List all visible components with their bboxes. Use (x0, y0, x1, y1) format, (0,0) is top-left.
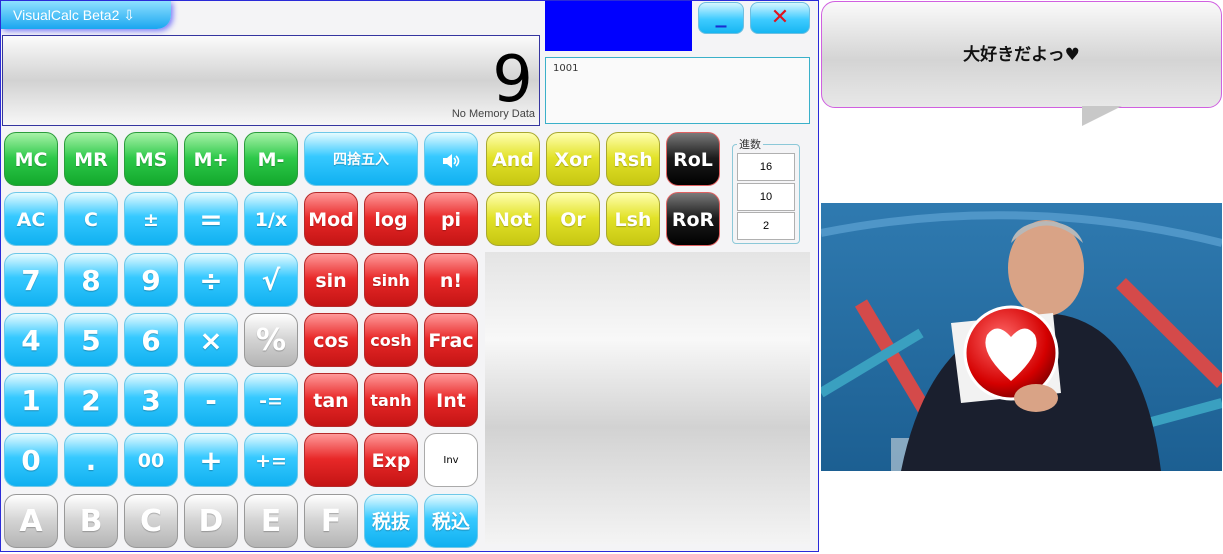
base-label: 進数 (737, 136, 763, 152)
close-icon: ✕ (770, 5, 790, 30)
digit-1-button[interactable]: 1 (4, 373, 58, 427)
blank-red-button[interactable] (304, 433, 358, 487)
double-zero-button[interactable]: 00 (124, 433, 178, 487)
reciprocal-button[interactable]: 1/x (244, 192, 298, 246)
pi-button[interactable]: pi (424, 192, 478, 246)
photo (821, 203, 1222, 471)
tan-button[interactable]: tan (304, 373, 358, 427)
digit-5-button[interactable]: 5 (64, 313, 118, 367)
percent-button[interactable]: % (244, 313, 298, 367)
sound-button[interactable] (424, 132, 478, 186)
frac-button[interactable]: Frac (424, 313, 478, 367)
exp-button[interactable]: Exp (364, 433, 418, 487)
history-box: 1001 (545, 57, 810, 124)
m-plus-button[interactable]: M+ (184, 132, 238, 186)
base-16-button[interactable]: 16 (737, 153, 795, 181)
equals-button[interactable]: = (184, 192, 238, 246)
digit-6-button[interactable]: 6 (124, 313, 178, 367)
cos-button[interactable]: cos (304, 313, 358, 367)
tax-include-button[interactable]: 税込 (424, 494, 478, 548)
digit-2-button[interactable]: 2 (64, 373, 118, 427)
ms-button[interactable]: MS (124, 132, 178, 186)
hex-a-button[interactable]: A (4, 494, 58, 548)
speech-bubble: 大好きだよっ♥ (821, 1, 1222, 108)
log-button[interactable]: log (364, 192, 418, 246)
photo-illustration (821, 203, 1222, 471)
plus-button[interactable]: + (184, 433, 238, 487)
sqrt-button[interactable]: √ (244, 253, 298, 307)
graph-panel (485, 252, 810, 544)
inv-button[interactable]: Inv (424, 433, 478, 487)
hex-f-button[interactable]: F (304, 494, 358, 548)
digit-8-button[interactable]: 8 (64, 253, 118, 307)
tax-exclude-button[interactable]: 税抜 (364, 494, 418, 548)
cosh-button[interactable]: cosh (364, 313, 418, 367)
decimal-point-button[interactable]: . (64, 433, 118, 487)
plus-minus-button[interactable]: ± (124, 192, 178, 246)
speaker-icon (443, 153, 460, 168)
and-button[interactable]: And (486, 132, 540, 186)
main-display: 9 No Memory Data (2, 35, 540, 126)
mod-button[interactable]: Mod (304, 192, 358, 246)
divide-button[interactable]: ÷ (184, 253, 238, 307)
sinh-button[interactable]: sinh (364, 253, 418, 307)
int-button[interactable]: Int (424, 373, 478, 427)
minus-button[interactable]: - (184, 373, 238, 427)
hex-d-button[interactable]: D (184, 494, 238, 548)
digit-7-button[interactable]: 7 (4, 253, 58, 307)
minimize-button[interactable]: _ (698, 2, 744, 34)
rsh-button[interactable]: Rsh (606, 132, 660, 186)
color-indicator (545, 1, 692, 51)
xor-button[interactable]: Xor (546, 132, 600, 186)
not-button[interactable]: Not (486, 192, 540, 246)
ac-button[interactable]: AC (4, 192, 58, 246)
title-tab[interactable]: VisualCalc Beta2 ⇩ (1, 1, 171, 29)
multiply-button[interactable]: × (184, 313, 238, 367)
clear-button[interactable]: C (64, 192, 118, 246)
plus-equals-button[interactable]: += (244, 433, 298, 487)
ror-button[interactable]: RoR (666, 192, 720, 246)
m-minus-button[interactable]: M- (244, 132, 298, 186)
download-arrow-icon: ⇩ (123, 7, 135, 23)
speech-bubble-tail (1082, 106, 1122, 126)
minus-equals-button[interactable]: -= (244, 373, 298, 427)
display-value: 9 (492, 43, 533, 117)
lsh-button[interactable]: Lsh (606, 192, 660, 246)
digit-0-button[interactable]: 0 (4, 433, 58, 487)
hex-e-button[interactable]: E (244, 494, 298, 548)
sin-button[interactable]: sin (304, 253, 358, 307)
memory-status: No Memory Data (451, 108, 535, 120)
base-10-button[interactable]: 10 (737, 183, 795, 211)
app-title: VisualCalc Beta2 (13, 7, 120, 23)
digit-9-button[interactable]: 9 (124, 253, 178, 307)
base-2-button[interactable]: 2 (737, 212, 795, 240)
rol-button[interactable]: RoL (666, 132, 720, 186)
hex-b-button[interactable]: B (64, 494, 118, 548)
mc-button[interactable]: MC (4, 132, 58, 186)
mr-button[interactable]: MR (64, 132, 118, 186)
speech-text: 大好きだよっ♥ (963, 45, 1080, 65)
hex-c-button[interactable]: C (124, 494, 178, 548)
digit-4-button[interactable]: 4 (4, 313, 58, 367)
digit-3-button[interactable]: 3 (124, 373, 178, 427)
calculator-window: VisualCalc Beta2 ⇩ _ ✕ 9 No Memory Data … (0, 0, 819, 552)
history-text: 1001 (553, 63, 579, 74)
or-button[interactable]: Or (546, 192, 600, 246)
factorial-button[interactable]: n! (424, 253, 478, 307)
close-button[interactable]: ✕ (750, 2, 810, 34)
tanh-button[interactable]: tanh (364, 373, 418, 427)
round-button[interactable]: 四捨五入 (304, 132, 418, 186)
